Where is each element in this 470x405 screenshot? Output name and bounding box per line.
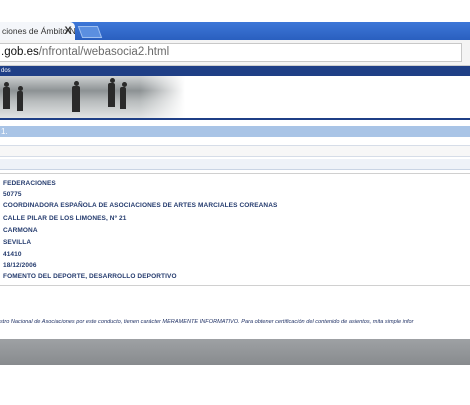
url-path: /nfrontal/webasocia2.html xyxy=(38,46,170,58)
field-municipality: CARMONA xyxy=(3,227,38,234)
subsection-bar xyxy=(0,159,470,170)
person-figure xyxy=(108,83,115,107)
new-tab-button[interactable] xyxy=(77,26,103,38)
section-title: 1. xyxy=(1,127,8,136)
field-date: 18/12/2006 xyxy=(3,262,37,269)
person-figure xyxy=(17,91,23,111)
field-address: CALLE PILAR DE LOS LIMONES, Nº 21 xyxy=(3,215,127,222)
site-nav-bar: dos xyxy=(0,66,470,76)
subsection-bar xyxy=(0,145,470,157)
address-bar: .gob.es/nfrontal/webasocia2.html xyxy=(0,40,470,66)
field-purpose: FOMENTO DEL DEPORTE, DESARROLLO DEPORTIV… xyxy=(3,273,177,280)
top-strip xyxy=(0,0,470,22)
banner-fade xyxy=(140,76,185,118)
field-number: 50775 xyxy=(3,191,22,198)
field-type: FEDERACIONES xyxy=(3,180,56,187)
field-name: COORDINADORA ESPAÑOLA DE ASOCIACIONES DE… xyxy=(3,202,278,209)
tab-bar: ciones de Ámbito N X xyxy=(0,22,470,40)
record-details: FEDERACIONES 50775 COORDINADORA ESPAÑOLA… xyxy=(0,173,470,286)
field-postal-code: 41410 xyxy=(3,251,22,258)
person-figure xyxy=(3,87,10,109)
header-banner-image xyxy=(0,76,185,118)
section-title-bar: 1. xyxy=(0,126,470,137)
person-figure xyxy=(72,86,80,112)
field-province: SEVILLA xyxy=(3,239,32,246)
close-icon[interactable]: X xyxy=(62,25,74,37)
url-field[interactable]: .gob.es/nfrontal/webasocia2.html xyxy=(0,43,462,62)
disclaimer-text: stro Nacional de Asociaciones por este c… xyxy=(0,319,414,325)
bottom-area xyxy=(0,365,470,405)
header-divider xyxy=(0,118,470,120)
url-domain: .gob.es xyxy=(1,46,39,58)
site-nav-text: dos xyxy=(1,68,11,74)
person-figure xyxy=(120,87,126,109)
footer-bar xyxy=(0,339,470,365)
